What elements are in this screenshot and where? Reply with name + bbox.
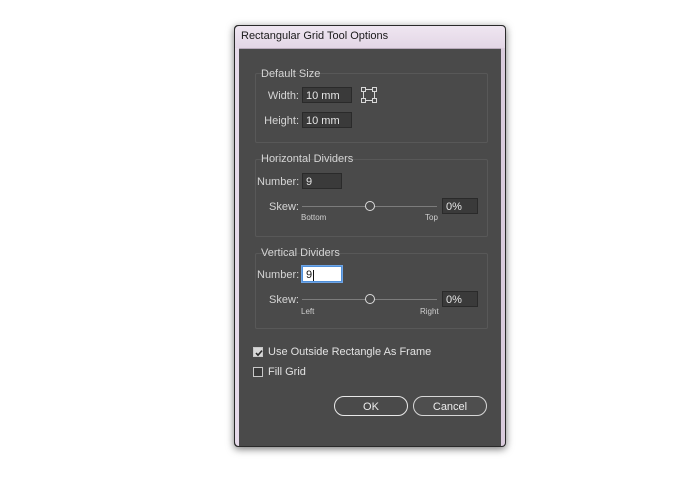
vertical-number-input[interactable]: 9 (302, 266, 342, 282)
horizontal-number-label: Number: (257, 176, 300, 188)
vertical-skew-label: Skew: (269, 294, 299, 306)
checkmark-icon (255, 350, 263, 357)
dialog-titlebar[interactable]: Rectangular Grid Tool Options (235, 26, 505, 49)
dialog-right-edge (501, 48, 505, 446)
default-size-group (255, 73, 488, 143)
vertical-skew-max-label: Right (420, 307, 439, 316)
ok-button[interactable]: OK (334, 396, 408, 416)
reference-point-square-icon[interactable] (361, 87, 377, 108)
dialog-left-edge (235, 48, 239, 446)
default-size-title: Default Size (261, 68, 321, 80)
use-outside-rectangle-checkbox[interactable] (253, 347, 263, 357)
height-label: Height: (264, 115, 299, 127)
horizontal-skew-slider-thumb[interactable] (364, 201, 375, 211)
text-caret (313, 269, 315, 281)
width-input[interactable]: 10 mm (302, 87, 352, 103)
use-outside-rectangle-label[interactable]: Use Outside Rectangle As Frame (268, 346, 431, 358)
horizontal-skew-min-label: Bottom (301, 213, 327, 222)
horizontal-skew-label: Skew: (269, 201, 299, 213)
vertical-dividers-title: Vertical Dividers (261, 247, 340, 259)
horizontal-skew-input[interactable]: 0% (442, 198, 478, 214)
fill-grid-checkbox[interactable] (253, 367, 263, 377)
dialog-title: Rectangular Grid Tool Options (241, 30, 389, 42)
cancel-button[interactable]: Cancel (413, 396, 487, 416)
width-label: Width: (267, 90, 299, 102)
vertical-skew-input[interactable]: 0% (442, 291, 478, 307)
vertical-number-value: 9 (306, 269, 313, 281)
fill-grid-label[interactable]: Fill Grid (268, 366, 306, 378)
height-input[interactable]: 10 mm (302, 112, 352, 128)
horizontal-skew-max-label: Top (425, 213, 438, 222)
horizontal-dividers-title: Horizontal Dividers (261, 153, 354, 165)
rectangular-grid-options-dialog: Rectangular Grid Tool Options Default Si… (234, 25, 506, 447)
vertical-skew-min-label: Left (301, 307, 315, 316)
horizontal-number-input[interactable]: 9 (302, 173, 342, 189)
vertical-skew-slider-thumb[interactable] (364, 294, 375, 304)
vertical-number-label: Number: (257, 269, 300, 281)
